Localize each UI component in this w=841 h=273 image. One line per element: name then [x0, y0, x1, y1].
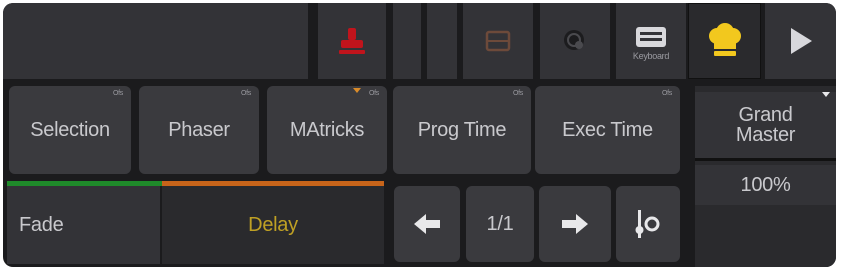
selection-tag: Ofs: [113, 90, 123, 97]
page-label: 1/1: [486, 212, 514, 235]
toolbar-slot-1[interactable]: [393, 3, 421, 79]
grand-master-marker-icon: [822, 92, 830, 97]
selection-button[interactable]: Ofs Selection: [9, 86, 131, 174]
previous-page-button[interactable]: [394, 186, 460, 262]
prog-time-tag: Ofs: [513, 90, 523, 97]
keyboard-button[interactable]: Keyboard: [616, 3, 686, 79]
prog-time-label: Prog Time: [417, 118, 507, 141]
prog-time-button[interactable]: Ofs Prog Time: [393, 86, 531, 174]
selection-label: Selection: [30, 118, 110, 141]
phaser-label: Phaser: [168, 118, 230, 141]
exec-time-label: Exec Time: [562, 118, 653, 141]
grand-master-value: 100%: [740, 173, 791, 196]
keyboard-icon: [636, 26, 666, 47]
toolbar-slot-2[interactable]: [427, 3, 457, 79]
stamp-icon: [339, 28, 365, 54]
clear-button[interactable]: [463, 3, 533, 79]
phaser-tag: Ofs: [241, 90, 251, 97]
page-indicator: 1/1: [466, 186, 534, 262]
command-panel: Keyboard Ofs Selection Ofs Phaser Ofs MA…: [3, 3, 836, 267]
matricks-button[interactable]: Ofs MAtricks: [267, 86, 387, 174]
user-profile-button[interactable]: [688, 3, 761, 79]
grand-master-title: Grand Master: [695, 92, 836, 161]
grand-master-panel[interactable]: Grand Master 100%: [695, 86, 836, 267]
clear-icon: [485, 30, 511, 52]
highlight-button[interactable]: [540, 3, 610, 79]
exec-time-tag: Ofs: [662, 90, 672, 97]
keyboard-label: Keyboard: [632, 50, 670, 61]
settings-button[interactable]: [616, 186, 680, 262]
play-icon: [790, 28, 812, 54]
matricks-label: MAtricks: [289, 118, 365, 141]
target-icon: [564, 30, 584, 50]
phaser-button[interactable]: Ofs Phaser: [139, 86, 259, 174]
chef-hat-icon: [708, 23, 741, 56]
fade-button[interactable]: Fade: [7, 186, 160, 264]
grand-master-value-box: 100%: [695, 165, 836, 205]
settings-sliders-icon: [635, 210, 660, 238]
delay-button[interactable]: Delay: [162, 186, 384, 264]
delay-label: Delay: [248, 213, 298, 236]
store-button[interactable]: [318, 3, 386, 79]
play-button[interactable]: [765, 3, 836, 79]
matricks-tag: Ofs: [369, 90, 379, 97]
command-line-display[interactable]: [3, 3, 308, 79]
next-page-button[interactable]: [539, 186, 611, 262]
grand-master-label: Grand Master: [735, 104, 796, 146]
exec-time-button[interactable]: Ofs Exec Time: [535, 86, 680, 174]
arrow-left-icon: [414, 214, 440, 234]
fade-label: Fade: [19, 213, 64, 236]
arrow-right-icon: [562, 214, 588, 234]
active-indicator-icon: [353, 88, 361, 93]
